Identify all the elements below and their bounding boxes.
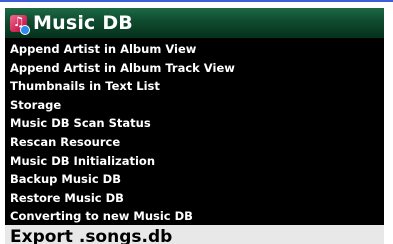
badge-dot-icon <box>20 24 30 35</box>
music-db-screen: ♫ Music DB Append Artist in Album View A… <box>0 0 393 244</box>
menu-item-thumbnails-text-list[interactable]: Thumbnails in Text List <box>5 77 384 96</box>
settings-menu: Append Artist in Album View Append Artis… <box>5 40 384 226</box>
menu-panel: ♫ Music DB Append Artist in Album View A… <box>5 8 384 244</box>
top-accent-line <box>0 0 393 2</box>
menu-item-restore-db[interactable]: Restore Music DB <box>5 189 384 208</box>
page-title: Music DB <box>33 12 133 34</box>
menu-item-storage[interactable]: Storage <box>5 96 384 115</box>
menu-item-append-artist-album-track-view[interactable]: Append Artist in Album Track View <box>5 59 384 78</box>
menu-item-rescan-resource[interactable]: Rescan Resource <box>5 133 384 152</box>
menu-item-export-songs-db-selected[interactable]: Export .songs.db <box>5 225 384 244</box>
menu-item-append-artist-album-view[interactable]: Append Artist in Album View <box>5 40 384 59</box>
menu-item-backup-db[interactable]: Backup Music DB <box>5 170 384 189</box>
menu-item-db-initialization[interactable]: Music DB Initialization <box>5 152 384 171</box>
header-bar: ♫ Music DB <box>5 8 384 38</box>
music-note-icon: ♫ <box>10 14 30 35</box>
menu-item-scan-status[interactable]: Music DB Scan Status <box>5 114 384 133</box>
menu-item-convert-db[interactable]: Converting to new Music DB <box>5 207 384 226</box>
